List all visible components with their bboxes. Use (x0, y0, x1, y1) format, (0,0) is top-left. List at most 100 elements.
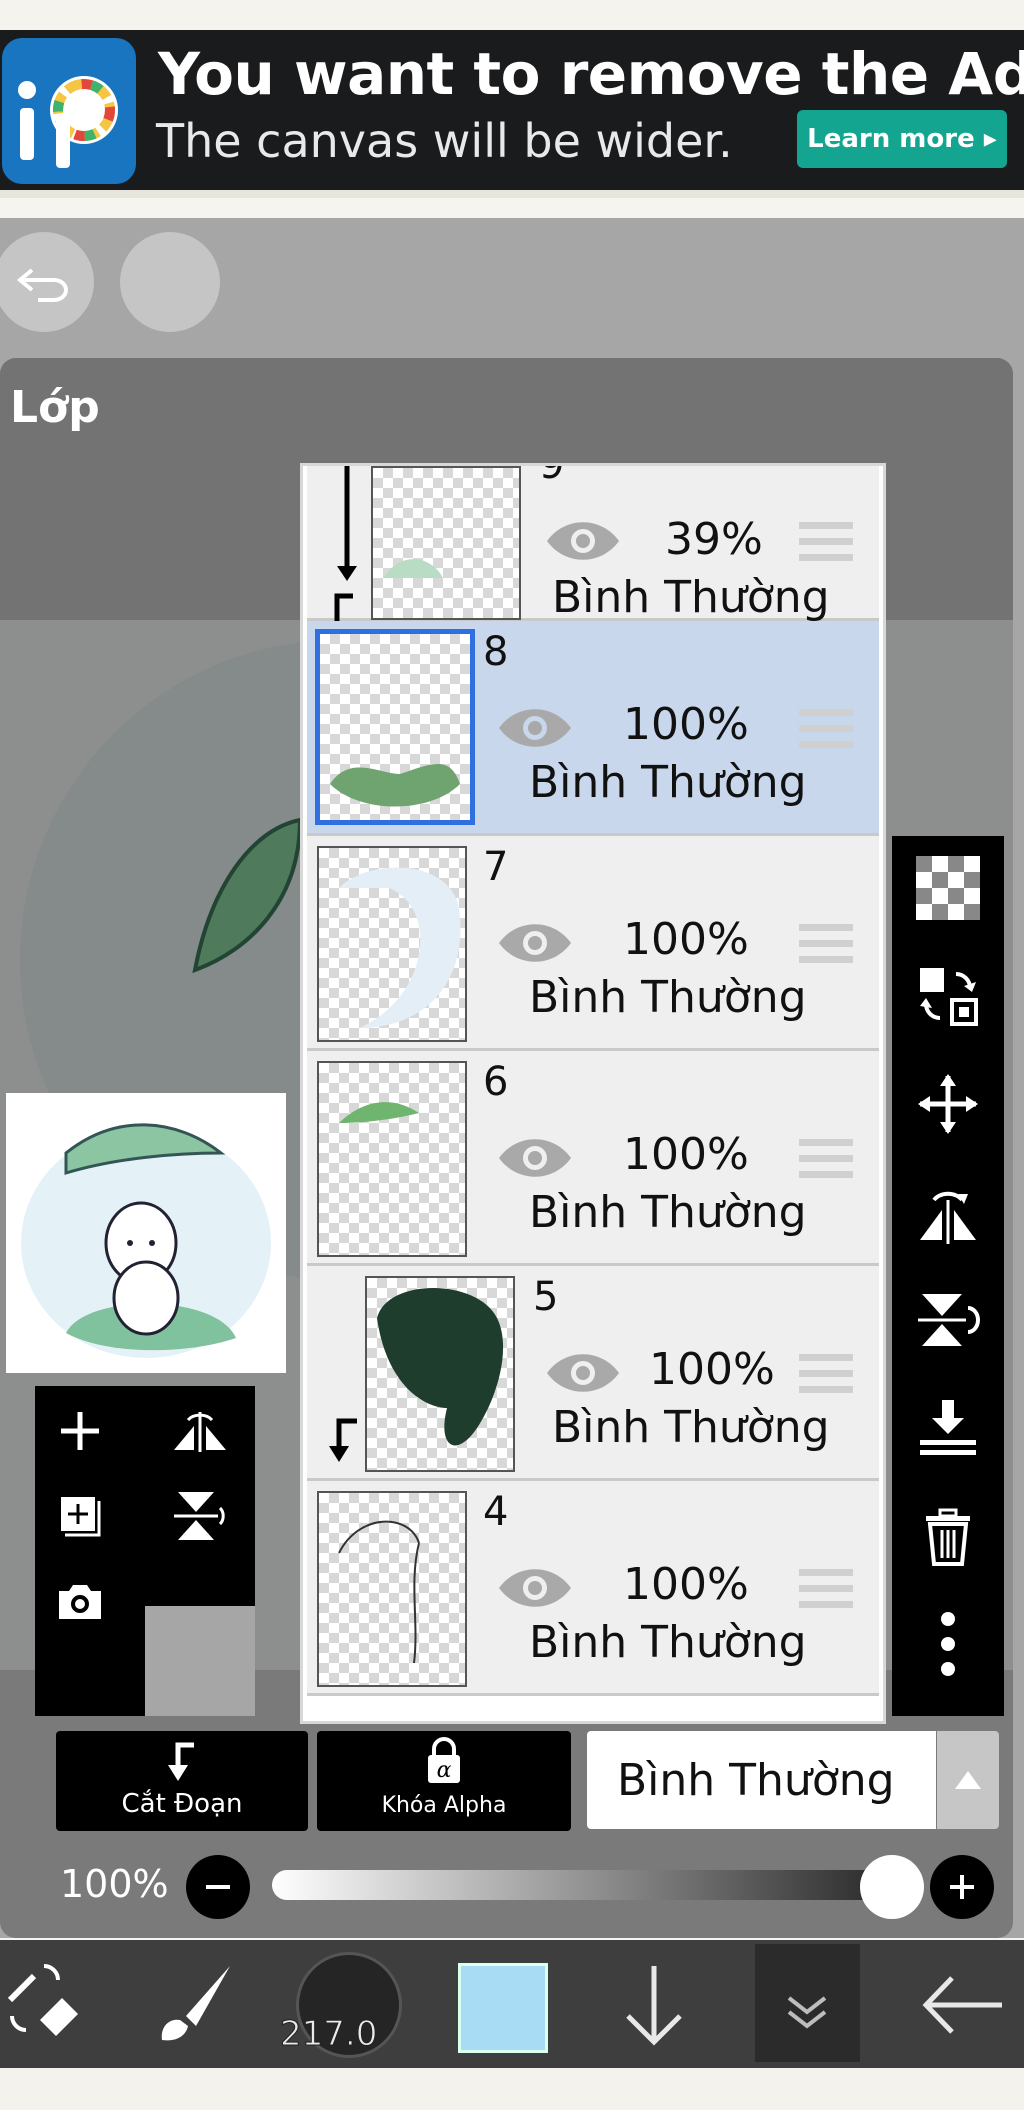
merge-down-button[interactable] (902, 1388, 994, 1468)
eye-icon[interactable] (497, 705, 573, 751)
svg-text:α: α (437, 1758, 452, 1783)
plus-icon (61, 1412, 99, 1450)
opacity-slider-thumb[interactable] (860, 1855, 924, 1919)
layer-thumbnail (317, 1061, 467, 1257)
ad-banner[interactable]: You want to remove the Ad? The canvas wi… (0, 30, 1024, 198)
arrow-left-icon (922, 1976, 1002, 2034)
eye-icon[interactable] (545, 1350, 621, 1396)
layer-opacity: 100% (649, 1344, 775, 1395)
import-photo-button[interactable] (35, 1556, 125, 1646)
color-swatch[interactable] (458, 1963, 548, 2053)
layer-thumbnail (317, 846, 467, 1042)
clipping-icon (168, 1742, 194, 1781)
layer-opacity: 39% (665, 514, 763, 565)
opacity-decrease-button[interactable] (186, 1855, 250, 1919)
eye-icon[interactable] (497, 920, 573, 966)
layer-blend-mode: Bình Thường (529, 757, 807, 808)
ad-subtitle: The canvas will be wider. (156, 114, 733, 168)
flip-vertical-button[interactable] (155, 1471, 245, 1561)
system-navigation-bar (0, 2068, 1024, 2110)
right-tool-panel (892, 836, 1004, 1716)
swap-icon (920, 968, 978, 1026)
drag-handle-icon[interactable] (799, 1567, 853, 1611)
layer-row-selected[interactable]: 8 100% Bình Thường (307, 621, 879, 836)
layer-opacity: 100% (623, 699, 749, 750)
layer-thumbnail (317, 1491, 467, 1687)
plus-icon (950, 1875, 974, 1899)
clipping-arrow-icon (329, 1418, 357, 1462)
layer-number: 7 (483, 844, 509, 890)
more-vertical-icon (941, 1612, 955, 1676)
flip-vertical-layer-button[interactable] (902, 1280, 994, 1360)
alpha-lock-button[interactable]: α Khóa Alpha (317, 1731, 571, 1831)
status-bar (0, 0, 1024, 30)
delete-layer-button[interactable] (902, 1496, 994, 1576)
layer-row[interactable]: 4 100% Bình Thường (307, 1481, 879, 1696)
learn-more-button[interactable]: Learn more ▸ (797, 110, 1007, 168)
move-button[interactable] (902, 1064, 994, 1144)
layer-blend-mode: Bình Thường (529, 972, 807, 1023)
layer-row[interactable]: 5 100% Bình Thường (307, 1266, 879, 1481)
camera-icon (59, 1585, 101, 1619)
alpha-lock-label: Khóa Alpha (381, 1793, 507, 1818)
layer-number: 5 (533, 1274, 559, 1320)
clipping-arrow-icon (327, 466, 357, 641)
triangle-up-icon (955, 1771, 981, 1789)
redo-button[interactable] (120, 232, 220, 332)
tool-selector-button[interactable] (4, 1960, 84, 2040)
merge-down-icon (920, 1400, 976, 1455)
drag-handle-icon[interactable] (799, 1137, 853, 1181)
move-icon (918, 1074, 978, 1134)
blend-mode-dropdown-button[interactable] (937, 1731, 999, 1829)
flip-horizontal-button[interactable] (155, 1386, 245, 1476)
eye-icon[interactable] (545, 518, 621, 564)
layer-row[interactable]: 6 100% Bình Thường (307, 1051, 879, 1266)
drag-handle-icon[interactable] (799, 520, 853, 564)
clipping-button[interactable]: Cắt Đoạn (56, 1731, 308, 1831)
brush-button[interactable] (150, 1960, 236, 2046)
flip-horizontal-icon (920, 1191, 976, 1244)
leaf-artwork (192, 817, 303, 974)
drag-handle-icon[interactable] (799, 707, 853, 751)
trash-icon (926, 1508, 970, 1566)
opacity-increase-button[interactable] (930, 1855, 994, 1919)
tool-panel-notch (145, 1606, 255, 1716)
flip-vertical-icon (918, 1294, 980, 1346)
canvas-preview[interactable] (6, 1093, 286, 1373)
layer-row[interactable]: 7 100% Bình Thường (307, 836, 879, 1051)
layer-row[interactable]: 9 39% Bình Thường (307, 466, 879, 641)
drag-handle-icon[interactable] (799, 922, 853, 966)
layer-number: 6 (483, 1059, 509, 1105)
panel-title: Lớp (10, 382, 100, 433)
add-layer-button[interactable] (35, 1386, 125, 1476)
layer-list[interactable]: 9 39% Bình Thường 8 100% Bình Thường 7 1… (300, 463, 886, 1724)
move-down-button[interactable] (616, 1960, 692, 2050)
drag-handle-icon[interactable] (799, 1352, 853, 1396)
layer-thumbnail (371, 466, 521, 620)
swap-layer-button[interactable] (902, 956, 994, 1036)
back-button[interactable] (918, 1970, 1008, 2040)
eye-icon[interactable] (497, 1135, 573, 1181)
layer-opacity: 100% (623, 1129, 749, 1180)
ibis-paint-logo-icon (2, 38, 136, 184)
brush-icon (161, 1966, 230, 2041)
more-options-button[interactable] (902, 1604, 994, 1684)
transparent-fill-button[interactable] (902, 848, 994, 928)
ad-title: You want to remove the Ad? (158, 40, 1024, 108)
eye-icon[interactable] (497, 1565, 573, 1611)
blend-mode-select[interactable]: Bình Thường (587, 1731, 936, 1829)
flip-horizontal-layer-button[interactable] (902, 1172, 994, 1252)
arrow-down-icon (626, 1966, 682, 2046)
duplicate-layer-icon (61, 1497, 101, 1537)
layer-menu-button[interactable] (755, 1944, 860, 2062)
layer-blend-mode: Bình Thường (529, 1187, 807, 1238)
flip-horizontal-icon (174, 1412, 226, 1452)
undo-icon (16, 268, 68, 302)
layer-thumbnail (315, 629, 475, 825)
opacity-slider[interactable] (272, 1870, 892, 1900)
layer-number: 4 (483, 1489, 509, 1535)
layer-blend-mode: Bình Thường (529, 1617, 807, 1668)
layer-number: 8 (483, 629, 509, 675)
layer-blend-mode: Bình Thường (552, 1402, 830, 1453)
copy-layer-button[interactable] (35, 1471, 125, 1561)
